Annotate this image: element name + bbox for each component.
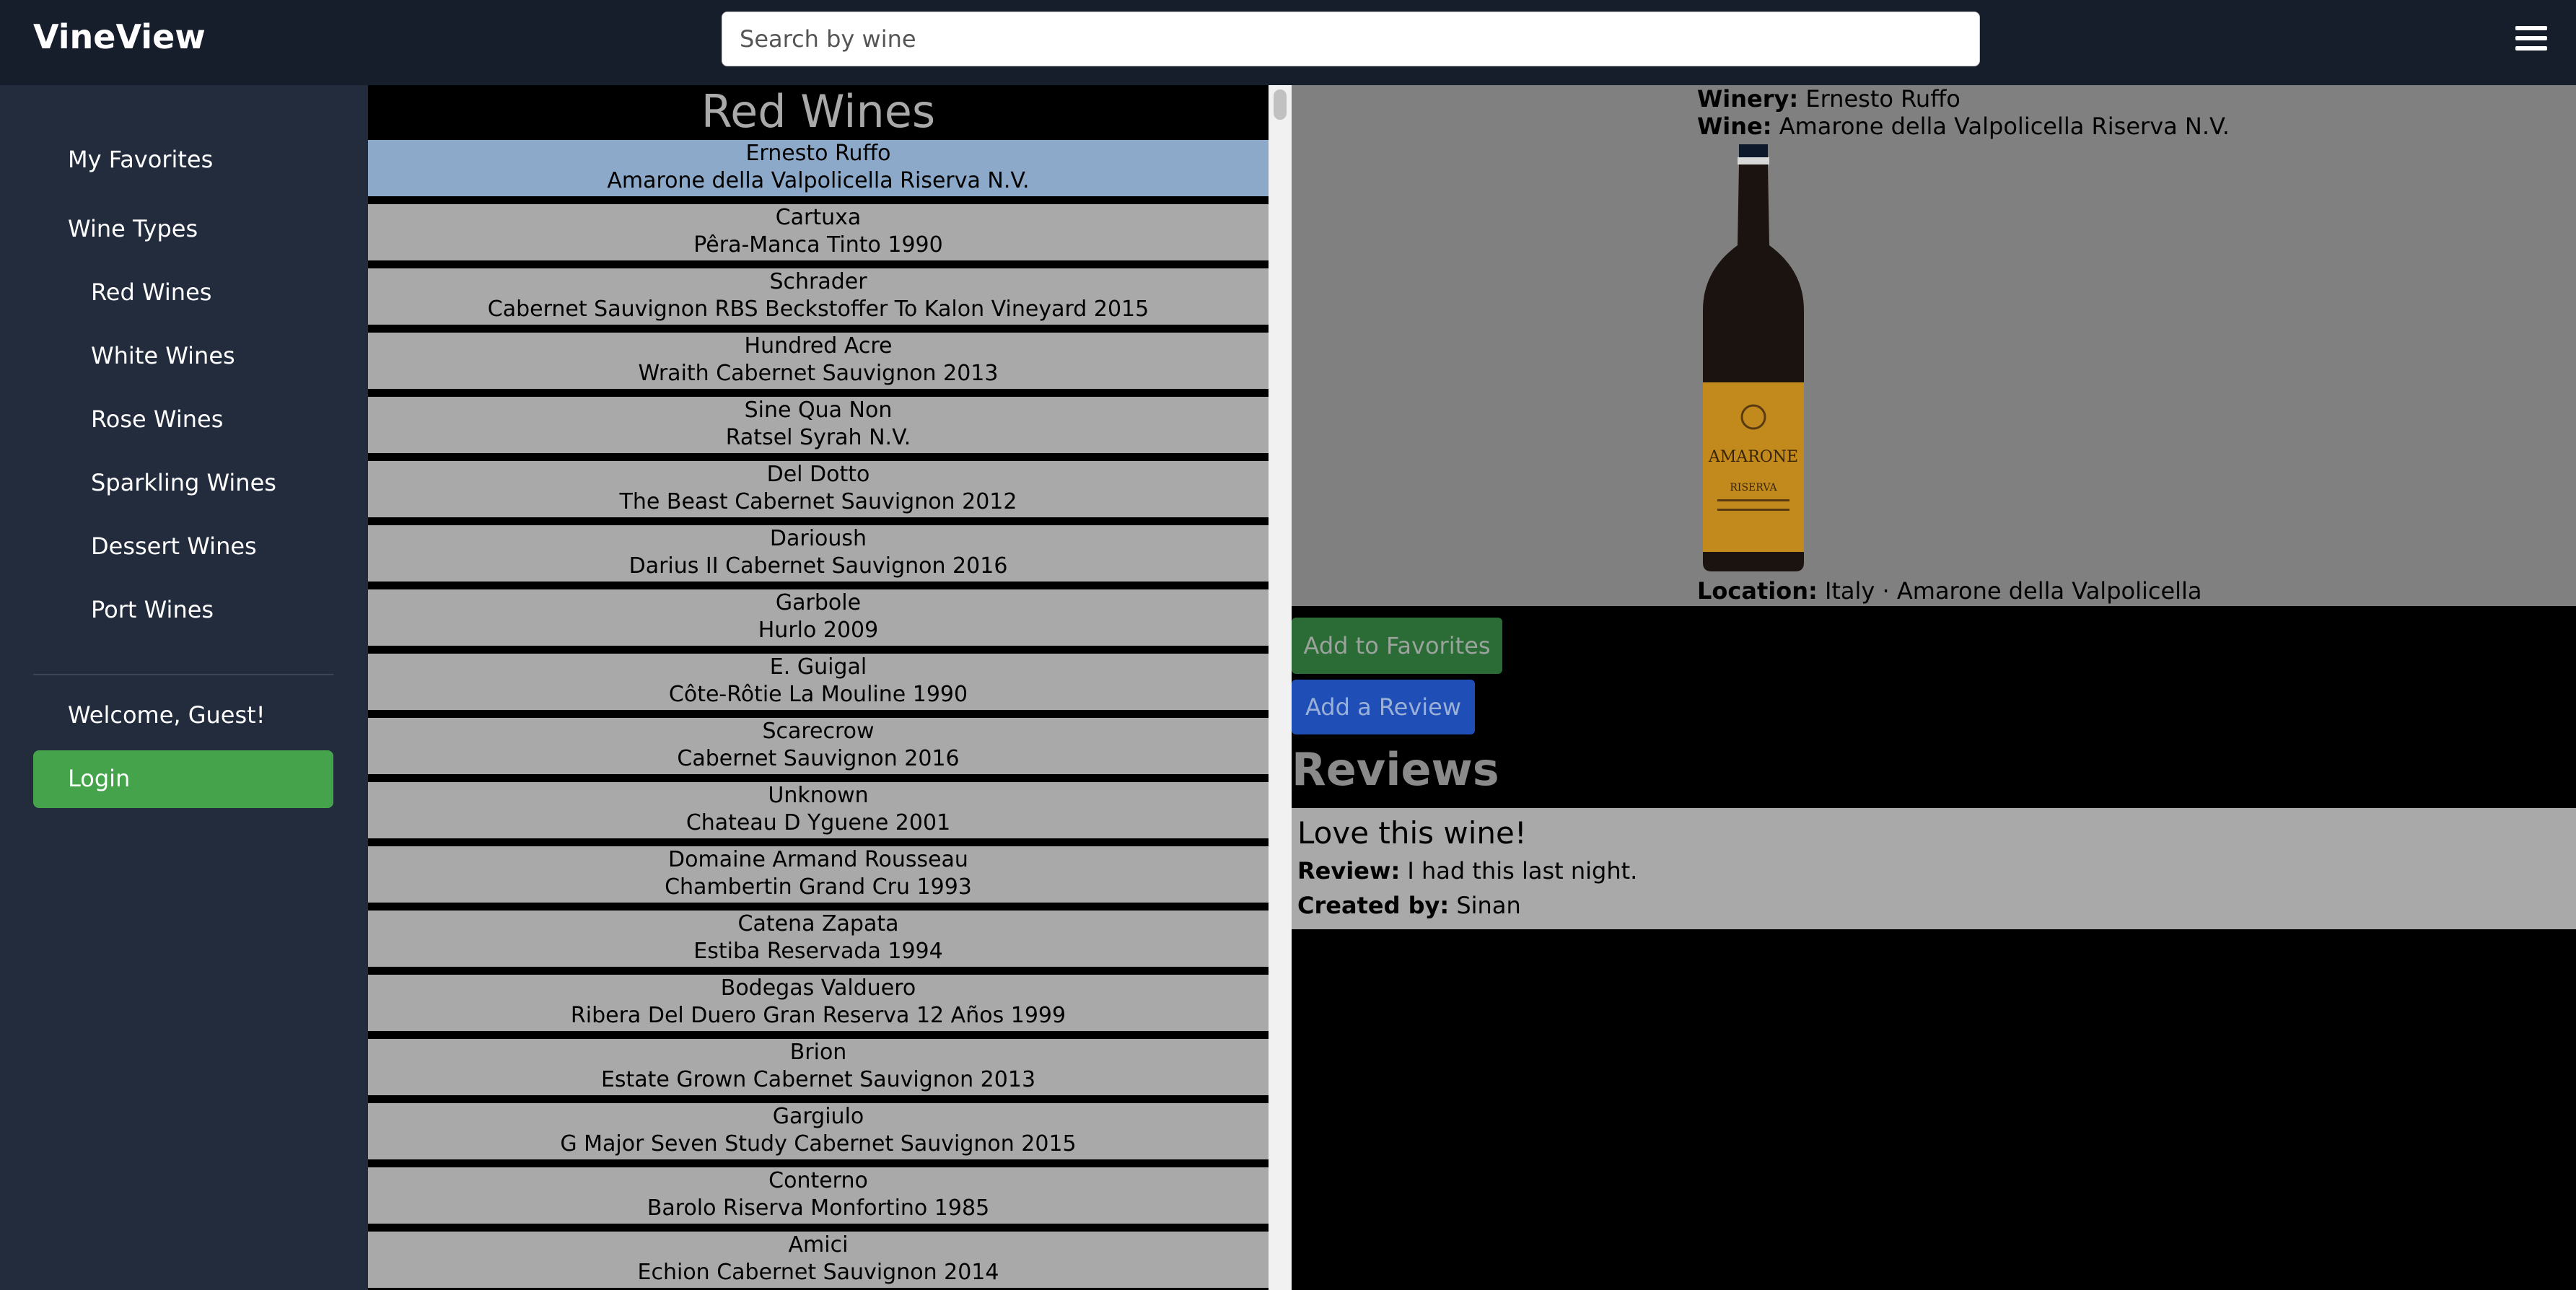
created-by-value: Sinan <box>1456 892 1521 919</box>
sidebar-divider <box>33 674 333 675</box>
wine-list-item-name: Amarone della Valpolicella Riserva N.V. <box>607 168 1030 193</box>
wine-list-item-winery: Domaine Armand Rousseau <box>668 847 968 872</box>
wine-list-item[interactable]: Sine Qua Non Ratsel Syrah N.V. <box>368 397 1269 453</box>
wine-list-item-name: The Beast Cabernet Sauvignon 2012 <box>619 489 1017 514</box>
wine-list-item[interactable]: Del Dotto The Beast Cabernet Sauvignon 20… <box>368 461 1269 517</box>
review-card: Love this wine! Review: I had this last … <box>1292 808 2576 929</box>
wine-list-item-name: Cabernet Sauvignon RBS Beckstoffer To Ka… <box>487 297 1149 322</box>
wine-list-item-name: Barolo Riserva Monfortino 1985 <box>647 1195 990 1221</box>
wine-list-item[interactable]: Scarecrow Cabernet Sauvignon 2016 <box>368 718 1269 774</box>
wine-list-item-name: Côte-Rôtie La Mouline 1990 <box>668 682 968 707</box>
sidebar-item-sparkling-wines[interactable]: Sparkling Wines <box>91 469 276 496</box>
wine-list-item-winery: Brion <box>789 1040 847 1065</box>
wine-list-item-name: Pêra-Manca Tinto 1990 <box>693 232 943 258</box>
wine-list-item[interactable]: Amici Echion Cabernet Sauvignon 2014 <box>368 1232 1269 1288</box>
sidebar-item-rose-wines[interactable]: Rose Wines <box>91 405 223 433</box>
wine-list-item[interactable]: Brion Estate Grown Cabernet Sauvignon 201… <box>368 1039 1269 1095</box>
sidebar-item-dessert-wines[interactable]: Dessert Wines <box>91 532 257 560</box>
wine-label: Wine: <box>1697 113 1772 140</box>
wine-list-item-name: Cabernet Sauvignon 2016 <box>677 746 960 771</box>
wine-detail-card: Winery: Ernesto Ruffo Wine: Amarone dell… <box>1292 85 2576 606</box>
wine-list-item-name: Ratsel Syrah N.V. <box>725 425 911 450</box>
sidebar-item-my-favorites[interactable]: My Favorites <box>68 146 213 173</box>
wine-list-item-winery: E. Guigal <box>769 654 867 680</box>
wine-list-item-winery: Conterno <box>768 1168 868 1193</box>
wine-list-item-winery: Ernesto Ruffo <box>745 141 891 166</box>
wine-list-item-winery: Cartuxa <box>775 205 862 230</box>
created-by-label: Created by: <box>1297 892 1450 919</box>
review-label: Review: <box>1297 857 1401 885</box>
sidebar-item-red-wines[interactable]: Red Wines <box>91 278 211 306</box>
wine-list-item[interactable]: Garbole Hurlo 2009 <box>368 589 1269 646</box>
wine-list-item-winery: Unknown <box>768 783 869 808</box>
brand-logo[interactable]: VineView <box>33 17 206 56</box>
wine-list-item-winery: Darioush <box>769 526 867 551</box>
wine-list-item-winery: Garbole <box>775 590 862 615</box>
wine-list: Red Wines Ernesto Ruffo Amarone della Val… <box>368 85 1269 1290</box>
wine-list-item-name: Ribera Del Duero Gran Reserva 12 Años 19… <box>570 1003 1066 1028</box>
sidebar-item-white-wines[interactable]: White Wines <box>91 342 235 369</box>
wine-list-item-winery: Schrader <box>769 269 867 294</box>
wine-list-item-name: Chambertin Grand Cru 1993 <box>665 874 972 900</box>
detail-winery: Winery: Ernesto Ruffo <box>1697 85 1961 113</box>
sidebar: My Favorites Wine Types Red Wines White … <box>0 85 368 1290</box>
wine-list-item-name: Estiba Reservada 1994 <box>693 939 943 964</box>
wine-list-item-winery: Bodegas Valduero <box>720 975 916 1001</box>
sidebar-item-port-wines[interactable]: Port Wines <box>91 596 214 623</box>
bottle-label-text: AMARONE <box>1708 448 1798 466</box>
wine-list-item[interactable]: Conterno Barolo Riserva Monfortino 1985 <box>368 1167 1269 1224</box>
wine-list-item[interactable]: Domaine Armand Rousseau Chambertin Grand … <box>368 846 1269 903</box>
login-button[interactable]: Login <box>33 750 333 808</box>
hamburger-menu-icon[interactable] <box>2515 26 2547 53</box>
winery-value: Ernesto Ruffo <box>1805 85 1961 113</box>
wine-list-item-name: G Major Seven Study Cabernet Sauvignon 2… <box>560 1131 1077 1157</box>
wine-list-item-name: Echion Cabernet Sauvignon 2014 <box>637 1260 999 1285</box>
wine-list-item-name: Chateau D Yguene 2001 <box>685 810 951 835</box>
wine-list-item[interactable]: E. Guigal Côte-Rôtie La Mouline 1990 <box>368 654 1269 710</box>
winery-label: Winery: <box>1697 85 1799 113</box>
wine-list-item-name: Estate Grown Cabernet Sauvignon 2013 <box>600 1067 1036 1092</box>
wine-list-item-name: Darius II Cabernet Sauvignon 2016 <box>628 553 1008 579</box>
detail-location: Location: Italy · Amarone della Valpolic… <box>1697 577 2202 605</box>
wine-list-item-winery: Catena Zapata <box>737 911 899 936</box>
search-input[interactable] <box>722 12 1980 66</box>
add-review-button[interactable]: Add a Review <box>1292 680 1475 734</box>
detail-wine: Wine: Amarone della Valpolicella Riserva… <box>1697 113 2230 140</box>
wine-list-item-winery: Amici <box>788 1232 849 1258</box>
location-label: Location: <box>1697 577 1818 605</box>
wine-list-item[interactable]: Catena Zapata Estiba Reservada 1994 <box>368 911 1269 967</box>
wine-list-item[interactable]: Darioush Darius II Cabernet Sauvignon 201… <box>368 525 1269 582</box>
wine-list-item[interactable]: Ernesto Ruffo Amarone della Valpolicella … <box>368 140 1269 196</box>
review-author: Created by: Sinan <box>1297 892 1521 919</box>
scrollbar-thumb[interactable] <box>1274 89 1287 120</box>
wine-list-item[interactable]: Hundred Acre Wraith Cabernet Sauvignon 20… <box>368 333 1269 389</box>
bottle-label-subtext: RISERVA <box>1730 482 1777 493</box>
reviews-heading: Reviews <box>1292 743 1499 796</box>
welcome-text: Welcome, Guest! <box>68 701 266 729</box>
wine-list-item[interactable]: Unknown Chateau D Yguene 2001 <box>368 782 1269 838</box>
review-value: I had this last night. <box>1407 857 1638 885</box>
top-navbar: VineView <box>0 0 2576 85</box>
wine-list-item-winery: Hundred Acre <box>744 333 893 359</box>
wine-list-item-name: Hurlo 2009 <box>758 618 879 643</box>
add-to-favorites-button[interactable]: Add to Favorites <box>1292 618 1502 674</box>
wine-list-item-name: Wraith Cabernet Sauvignon 2013 <box>638 361 999 386</box>
wine-list-item[interactable]: Bodegas Valduero Ribera Del Duero Gran Re… <box>368 975 1269 1031</box>
wine-list-item-winery: Gargiulo <box>772 1104 864 1129</box>
location-value: Italy · Amarone della Valpolicella <box>1824 577 2202 605</box>
wine-list-item-winery: Sine Qua Non <box>744 398 893 423</box>
wine-list-item[interactable]: Schrader Cabernet Sauvignon RBS Beckstoff… <box>368 268 1269 325</box>
list-scrollbar[interactable] <box>1269 85 1292 1290</box>
review-title: Love this wine! <box>1297 815 1527 851</box>
wine-value: Amarone della Valpolicella Riserva N.V. <box>1779 113 2230 140</box>
wine-list-item-winery: Scarecrow <box>762 719 875 744</box>
wine-list-item[interactable]: Gargiulo G Major Seven Study Cabernet Sau… <box>368 1103 1269 1159</box>
sidebar-item-wine-types[interactable]: Wine Types <box>68 215 198 242</box>
list-title: Red Wines <box>701 85 936 138</box>
wine-list-item[interactable]: Cartuxa Pêra-Manca Tinto 1990 <box>368 204 1269 260</box>
review-text: Review: I had this last night. <box>1297 857 1637 885</box>
wine-list-item-winery: Del Dotto <box>766 462 870 487</box>
wine-bottle-image: AMARONE RISERVA <box>1703 144 1804 571</box>
